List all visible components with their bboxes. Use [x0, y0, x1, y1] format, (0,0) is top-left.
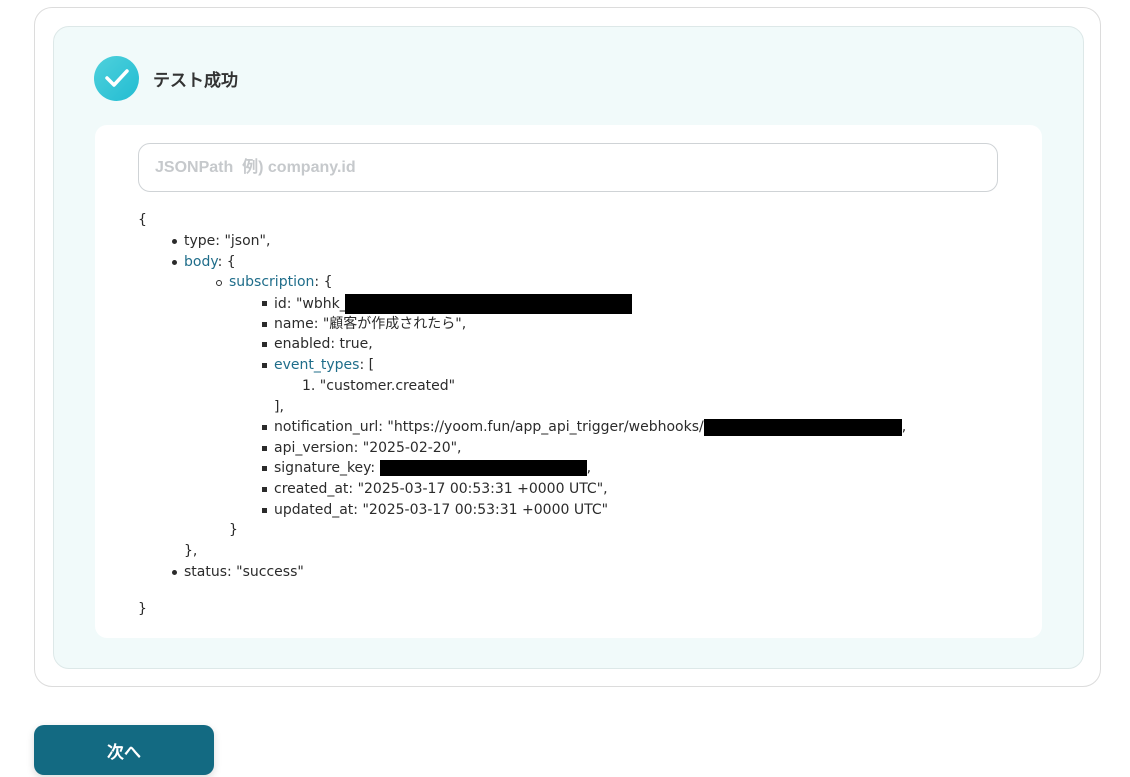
json-output-box [95, 125, 1042, 638]
json-event-type-item: 1. "customer.created" [302, 378, 456, 394]
json-signature-key-suffix: , [586, 460, 592, 476]
json-event-types-line: event_types: [ [274, 356, 374, 374]
json-subscription-close: } [229, 522, 238, 538]
json-api-version-line: api_version: "2025-02-20", [274, 440, 462, 456]
json-notification-url-line: notification_url: "https://yoom.fun/app_… [274, 418, 906, 436]
redacted-webhook-id [703, 418, 902, 436]
json-subscription-line: subscription: { [229, 273, 332, 291]
json-type-line: type: "json", [184, 233, 271, 249]
json-notification-url-suffix: , [901, 419, 907, 435]
check-circle-icon [94, 55, 139, 101]
json-key-subscription[interactable]: subscription [229, 274, 314, 290]
next-button[interactable]: 次へ [34, 725, 214, 775]
redacted-id [344, 294, 632, 314]
json-signature-key-line: signature_key: , [274, 459, 591, 477]
success-title: テスト成功 [153, 70, 238, 91]
json-signature-key-prefix: signature_key: [274, 460, 380, 476]
json-key-event-types[interactable]: event_types [274, 357, 359, 373]
json-notification-url-prefix: notification_url: "https://yoom.fun/app_… [274, 419, 704, 435]
json-body-open: : { [217, 254, 236, 270]
json-status-line: status: "success" [184, 564, 304, 580]
json-open-brace: { [138, 212, 147, 228]
json-id-prefix: id: "wbhk_ [274, 296, 347, 312]
json-name-line: name: "顧客が作成されたら", [274, 316, 467, 332]
json-id-line: id: "wbhk_ [274, 294, 632, 314]
json-subscription-open: : { [314, 274, 333, 290]
json-event-types-open: : [ [359, 357, 375, 373]
json-body-line: body: { [184, 253, 236, 271]
success-header: テスト成功 [94, 55, 238, 101]
redacted-signature-key [379, 460, 587, 476]
json-enabled-line: enabled: true, [274, 336, 373, 352]
json-key-body[interactable]: body [184, 254, 218, 270]
json-event-types-close: ], [274, 399, 284, 415]
jsonpath-search-input[interactable] [138, 143, 998, 192]
json-close-brace: } [138, 601, 147, 617]
json-body-close: }, [184, 543, 198, 559]
json-updated-at-line: updated_at: "2025-03-17 00:53:31 +0000 U… [274, 502, 609, 518]
json-created-at-line: created_at: "2025-03-17 00:53:31 +0000 U… [274, 481, 608, 497]
